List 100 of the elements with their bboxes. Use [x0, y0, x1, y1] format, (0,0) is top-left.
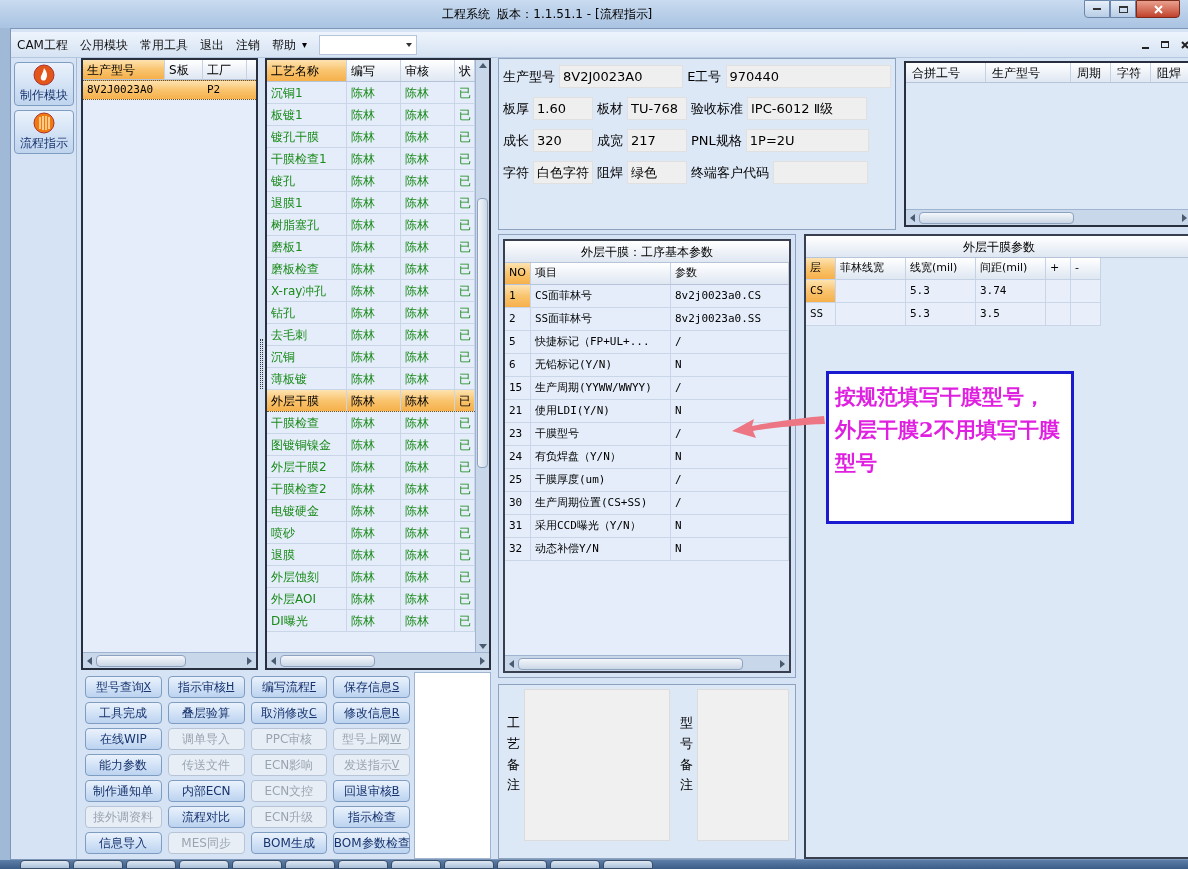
table-row[interactable]: 外层干膜 陈林 陈林 已 [267, 390, 475, 412]
taskbar-button[interactable] [391, 860, 441, 869]
dropdown-field[interactable] [319, 34, 417, 55]
column-header[interactable]: 编写 [347, 60, 401, 81]
column-header[interactable]: 间距(mil) [976, 258, 1046, 280]
column-header[interactable]: + [1046, 258, 1071, 280]
taskbar-button[interactable] [338, 860, 388, 869]
column-header[interactable]: 周期 [1071, 63, 1111, 82]
table-row[interactable]: 32 动态补偿Y/N N [505, 538, 789, 561]
vertical-scrollbar[interactable] [475, 60, 489, 652]
horizontal-scrollbar[interactable] [906, 209, 1188, 225]
column-header[interactable]: 参数 [671, 263, 789, 284]
table-row[interactable]: 15 生产周期(YYWW/WWYY) / [505, 377, 789, 400]
action-button[interactable]: 修改信息R [333, 702, 410, 724]
table-row[interactable]: 30 生产周期位置(CS+SS) / [505, 492, 789, 515]
column-header[interactable]: 工厂 [203, 60, 247, 79]
action-button[interactable]: BOM参数检查 [333, 832, 410, 854]
action-button[interactable]: 回退审核B [333, 780, 410, 802]
field-value[interactable]: 320 [533, 129, 593, 152]
action-button[interactable]: 指示检查 [333, 806, 410, 828]
column-header[interactable]: NO [505, 263, 531, 284]
table-row[interactable]: 树脂塞孔 陈林 陈林 已 [267, 214, 475, 236]
table-row[interactable]: 沉铜1 陈林 陈林 已 [267, 82, 475, 104]
table-row[interactable]: 24 有负焊盘（Y/N） N [505, 446, 789, 469]
scroll-right-icon[interactable] [780, 659, 785, 668]
column-header[interactable]: S板 [165, 60, 203, 79]
close-icon[interactable] [1181, 40, 1188, 49]
action-button[interactable]: 编写流程F [250, 676, 328, 698]
taskbar-button[interactable] [285, 860, 335, 869]
table-row[interactable]: DI曝光 陈林 陈林 已 [267, 610, 475, 632]
table-row[interactable]: 退膜1 陈林 陈林 已 [267, 192, 475, 214]
action-button[interactable]: 叠层验算 [167, 702, 245, 724]
field-value[interactable]: 白色字符 [533, 161, 593, 184]
menu-caret[interactable]: ▾ [301, 37, 307, 52]
column-header[interactable]: 层 [806, 258, 836, 280]
table-row[interactable]: 干膜检查 陈林 陈林 已 [267, 412, 475, 434]
table-row[interactable]: 去毛刺 陈林 陈林 已 [267, 324, 475, 346]
note-field[interactable] [524, 689, 670, 841]
taskbar-button[interactable] [603, 860, 653, 869]
restore-icon[interactable] [1161, 41, 1169, 48]
action-button[interactable]: 制作通知单 [85, 780, 162, 802]
field-value[interactable]: 8V2J0023A0 [559, 65, 684, 88]
action-button[interactable]: BOM生成 [250, 832, 328, 854]
menu-item[interactable]: 注销 [235, 35, 260, 54]
table-row[interactable]: 干膜检查1 陈林 陈林 已 [267, 148, 475, 170]
field-value[interactable]: 970440 [725, 65, 891, 88]
taskbar-button[interactable] [232, 860, 282, 869]
menu-item[interactable]: 帮助 [271, 35, 296, 54]
horizontal-scrollbar[interactable] [267, 652, 489, 668]
horizontal-scrollbar[interactable] [83, 652, 256, 668]
scroll-up-icon[interactable] [478, 63, 487, 68]
close-button[interactable] [1136, 0, 1180, 18]
action-button[interactable]: 型号查询X [85, 676, 162, 698]
table-row[interactable]: 1 CS面菲林号 8v2j0023a0.CS [505, 285, 789, 308]
scroll-right-icon[interactable] [247, 656, 252, 665]
table-row[interactable]: 外层干膜2 陈林 陈林 已 [267, 456, 475, 478]
table-row[interactable]: 6 无铅标记(Y/N) N [505, 354, 789, 377]
table-row[interactable]: 镀孔干膜 陈林 陈林 已 [267, 126, 475, 148]
table-row[interactable]: 板镀1 陈林 陈林 已 [267, 104, 475, 126]
table-row[interactable]: 钻孔 陈林 陈林 已 [267, 302, 475, 324]
horizontal-scrollbar[interactable] [505, 655, 789, 671]
maximize-button[interactable] [1110, 0, 1136, 18]
table-row[interactable]: 2 SS面菲林号 8v2j0023a0.SS [505, 308, 789, 331]
note-field[interactable] [697, 689, 789, 841]
taskbar-button[interactable] [20, 860, 70, 869]
column-header[interactable]: 合拼工号 [906, 63, 986, 82]
nav-button[interactable]: 流程指示 [13, 110, 74, 154]
table-row[interactable]: 干膜检查2 陈林 陈林 已 [267, 478, 475, 500]
column-header[interactable]: 审核 [401, 60, 455, 81]
field-value[interactable]: 217 [627, 129, 687, 152]
scroll-right-icon[interactable] [1182, 213, 1187, 222]
table-row[interactable]: 磨板1 陈林 陈林 已 [267, 236, 475, 258]
menu-item[interactable]: 常用工具 [139, 35, 188, 54]
table-row[interactable]: 外层AOI 陈林 陈林 已 [267, 588, 475, 610]
table-row[interactable]: 磨板检查 陈林 陈林 已 [267, 258, 475, 280]
table-row[interactable]: CS 5.3 3.74 [806, 280, 1188, 303]
table-row[interactable]: 电镀硬金 陈林 陈林 已 [267, 500, 475, 522]
field-value[interactable]: 绿色 [627, 161, 687, 184]
nav-button[interactable]: 制作模块 [13, 62, 74, 106]
table-row[interactable]: 喷砂 陈林 陈林 已 [267, 522, 475, 544]
action-button[interactable]: 在线WIP [85, 728, 162, 750]
column-header[interactable]: 线宽(mil) [906, 258, 976, 280]
column-header[interactable]: - [1071, 258, 1101, 280]
taskbar-button[interactable] [497, 860, 547, 869]
field-value[interactable]: TU-768 [627, 97, 687, 120]
field-value[interactable]: IPC-6012 Ⅱ级 [747, 97, 867, 120]
minimize-icon[interactable] [1142, 46, 1149, 49]
table-row[interactable]: 25 干膜厚度(um) / [505, 469, 789, 492]
action-button[interactable]: 指示审核H [167, 676, 245, 698]
column-header[interactable]: 项目 [531, 263, 671, 284]
table-row[interactable]: 8V2J0023A0 P2 [83, 80, 256, 100]
taskbar-button[interactable] [444, 860, 494, 869]
field-value[interactable]: 1.60 [533, 97, 593, 120]
table-row[interactable]: 31 采用CCD曝光（Y/N） N [505, 515, 789, 538]
action-button[interactable]: 能力参数 [85, 754, 162, 776]
minimize-button[interactable] [1084, 0, 1110, 18]
menu-item[interactable]: CAM工程 [17, 35, 68, 54]
table-row[interactable]: 沉铜 陈林 陈林 已 [267, 346, 475, 368]
table-row[interactable]: X-ray冲孔 陈林 陈林 已 [267, 280, 475, 302]
taskbar-button[interactable] [73, 860, 123, 869]
